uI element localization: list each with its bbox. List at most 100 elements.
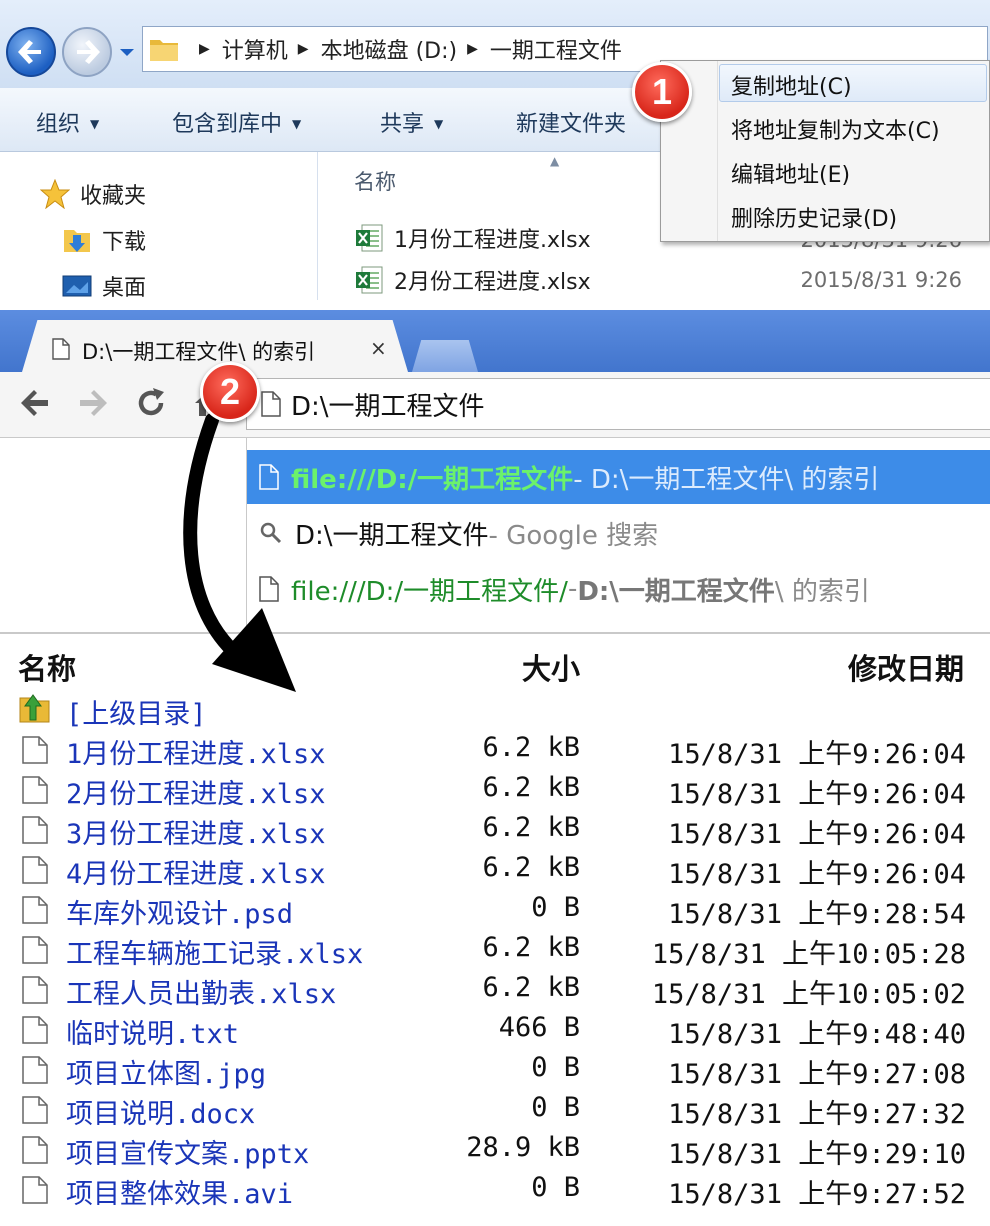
search-icon bbox=[260, 522, 282, 544]
chevron-down-icon: ▼ bbox=[292, 117, 302, 131]
tab-title: D:\一期工程文件\ 的索引 bbox=[82, 340, 316, 364]
suggestion-google-search[interactable]: D:\一期工程文件 - Google 搜索 bbox=[247, 506, 990, 560]
breadcrumb-project-folder[interactable]: 一期工程文件 bbox=[490, 33, 622, 65]
breadcrumb-separator[interactable]: ▶ bbox=[467, 41, 478, 57]
new-folder-button[interactable]: 新建文件夹 bbox=[516, 106, 626, 138]
menu-edit-address[interactable]: 编辑地址(E) bbox=[731, 157, 850, 189]
file-link[interactable]: 项目整体效果.avi bbox=[66, 1172, 293, 1211]
breadcrumb-computer[interactable]: 计算机 bbox=[222, 33, 288, 65]
listing-row[interactable]: 工程人员出勤表.xlsx 6.2 kB 15/8/31 上午10:05:02 bbox=[0, 970, 990, 1010]
forward-button[interactable] bbox=[62, 27, 112, 77]
suggestion-file-url-selected[interactable]: file:///D:/一期工程文件 - D:\一期工程文件\ 的索引 bbox=[247, 450, 990, 504]
close-tab-icon[interactable]: × bbox=[370, 336, 387, 360]
nav-desktop[interactable]: 桌面 bbox=[62, 270, 146, 302]
breadcrumb-separator[interactable]: ▶ bbox=[199, 41, 210, 57]
file-icon bbox=[22, 1016, 48, 1044]
recent-pages-dropdown-icon[interactable] bbox=[117, 42, 137, 62]
share-button[interactable]: 共享 ▼ bbox=[380, 106, 443, 138]
nav-downloads[interactable]: 下载 bbox=[62, 224, 146, 256]
file-link[interactable]: 工程人员出勤表.xlsx bbox=[66, 972, 336, 1011]
file-icon bbox=[22, 1056, 48, 1084]
file-link[interactable]: 1月份工程进度.xlsx bbox=[66, 732, 326, 771]
forward-arrow-icon[interactable] bbox=[76, 386, 110, 420]
include-in-library-button[interactable]: 包含到库中 ▼ bbox=[172, 106, 301, 138]
file-link[interactable]: 2月份工程进度.xlsx bbox=[66, 772, 326, 811]
file-link[interactable]: 项目宣传文案.pptx bbox=[66, 1132, 309, 1171]
file-icon bbox=[52, 338, 70, 360]
new-tab-button[interactable] bbox=[412, 340, 478, 372]
file-item[interactable]: 2月份工程进度.xlsx bbox=[354, 264, 591, 296]
breadcrumb-separator[interactable]: ▶ bbox=[298, 41, 309, 57]
file-name: 2月份工程进度.xlsx bbox=[394, 270, 591, 295]
listing-row[interactable]: 项目说明.docx 0 B 15/8/31 上午9:27:32 bbox=[0, 1090, 990, 1130]
file-date: 15/8/31 上午9:27:52 bbox=[668, 1179, 966, 1210]
file-icon bbox=[22, 896, 48, 924]
file-item[interactable]: 1月份工程进度.xlsx bbox=[354, 222, 591, 254]
suggestion-url: file:///D:/一期工程文件 bbox=[291, 464, 574, 495]
listing-row[interactable]: 3月份工程进度.xlsx 6.2 kB 15/8/31 上午9:26:04 bbox=[0, 810, 990, 850]
file-date: 15/8/31 上午9:26:04 bbox=[668, 739, 966, 770]
suggestion-url: file:///D:/一期工程文件/ bbox=[291, 576, 568, 607]
back-arrow-icon[interactable] bbox=[18, 386, 52, 420]
navigation-pane: 收藏夹 下载 桌面 bbox=[0, 152, 318, 302]
omnibox-suggestions: file:///D:/一期工程文件 - D:\一期工程文件\ 的索引 D:\一期… bbox=[246, 438, 990, 632]
chrome-toolbar: D:\一期工程文件 bbox=[0, 372, 990, 438]
chrome-window: D:\一期工程文件\ 的索引 × D:\一期工程文件 file:///D:/一期… bbox=[0, 300, 990, 1226]
file-icon bbox=[22, 936, 48, 964]
parent-directory-link[interactable]: [上级目录] bbox=[66, 692, 207, 731]
file-link[interactable]: 车库外观设计.psd bbox=[66, 892, 293, 931]
listing-row[interactable]: 4月份工程进度.xlsx 6.2 kB 15/8/31 上午9:26:04 bbox=[0, 850, 990, 890]
sort-arrow-icon: ▲ bbox=[550, 154, 560, 168]
menu-copy-address-as-text[interactable]: 将地址复制为文本(C) bbox=[731, 113, 940, 145]
file-link[interactable]: 临时说明.txt bbox=[66, 1012, 239, 1051]
file-link[interactable]: 4月份工程进度.xlsx bbox=[66, 852, 326, 891]
listing-row[interactable]: 工程车辆施工记录.xlsx 6.2 kB 15/8/31 上午10:05:28 bbox=[0, 930, 990, 970]
file-link[interactable]: 工程车辆施工记录.xlsx bbox=[66, 932, 363, 971]
listing-row[interactable]: 1月份工程进度.xlsx 6.2 kB 15/8/31 上午9:26:04 bbox=[0, 730, 990, 770]
menu-delete-history[interactable]: 删除历史记录(D) bbox=[731, 201, 897, 233]
column-header-name[interactable]: 名称 bbox=[354, 166, 396, 196]
file-link[interactable]: 3月份工程进度.xlsx bbox=[66, 812, 326, 851]
folder-icon bbox=[150, 40, 178, 61]
suggestion-file-url[interactable]: file:///D:/一期工程文件/ - D:\一期工程文件 \ 的索引 bbox=[247, 562, 990, 616]
chevron-down-icon: ▼ bbox=[434, 117, 444, 131]
omnibox-text: D:\一期工程文件 bbox=[291, 391, 485, 422]
file-link[interactable]: 项目说明.docx bbox=[66, 1092, 255, 1131]
file-size: 6.2 kB bbox=[482, 852, 580, 883]
listing-header-date[interactable]: 修改日期 bbox=[848, 646, 964, 688]
nav-desktop-label: 桌面 bbox=[102, 276, 147, 301]
omnibox[interactable]: D:\一期工程文件 bbox=[246, 378, 990, 430]
nav-downloads-label: 下载 bbox=[102, 230, 147, 255]
organize-label: 组织 bbox=[36, 112, 81, 137]
forward-arrow-icon bbox=[77, 40, 100, 64]
listing-row[interactable]: 车库外观设计.psd 0 B 15/8/31 上午9:28:54 bbox=[0, 890, 990, 930]
excel-file-icon bbox=[356, 224, 383, 252]
suggestion-query: D:\一期工程文件 bbox=[295, 520, 489, 551]
nav-favorites[interactable]: 收藏夹 bbox=[40, 178, 146, 210]
listing-row[interactable]: 项目立体图.jpg 0 B 15/8/31 上午9:27:08 bbox=[0, 1050, 990, 1090]
listing-row[interactable]: 2月份工程进度.xlsx 6.2 kB 15/8/31 上午9:26:04 bbox=[0, 770, 990, 810]
back-arrow-icon bbox=[18, 40, 41, 64]
file-name: 1月份工程进度.xlsx bbox=[394, 228, 591, 253]
file-date: 15/8/31 上午9:29:10 bbox=[668, 1139, 966, 1170]
listing-header-name[interactable]: 名称 bbox=[18, 646, 76, 688]
file-link[interactable]: 项目立体图.jpg bbox=[66, 1052, 266, 1091]
step-badge-1: 1 bbox=[632, 62, 692, 122]
reload-icon[interactable] bbox=[134, 386, 168, 420]
back-button[interactable] bbox=[6, 27, 56, 77]
file-icon bbox=[22, 856, 48, 884]
file-size: 6.2 kB bbox=[482, 812, 580, 843]
breadcrumb-local-disk[interactable]: 本地磁盘 (D:) bbox=[321, 33, 458, 65]
step-badge-2: 2 bbox=[200, 362, 260, 422]
tab-strip: D:\一期工程文件\ 的索引 × bbox=[0, 310, 990, 372]
listing-row[interactable]: 项目整体效果.avi 0 B 15/8/31 上午9:27:52 bbox=[0, 1170, 990, 1210]
listing-header-size[interactable]: 大小 bbox=[522, 646, 580, 688]
file-date: 15/8/31 上午10:05:28 bbox=[651, 939, 966, 970]
parent-directory-row[interactable]: [上级目录] bbox=[0, 690, 990, 730]
listing-row[interactable]: 项目宣传文案.pptx 28.9 kB 15/8/31 上午9:29:10 bbox=[0, 1130, 990, 1170]
organize-button[interactable]: 组织 ▼ bbox=[36, 106, 99, 138]
menu-copy-address[interactable]: 复制地址(C) bbox=[731, 69, 852, 101]
file-icon bbox=[259, 576, 279, 602]
address-context-menu: 复制地址(C) 将地址复制为文本(C) 编辑地址(E) 删除历史记录(D) bbox=[660, 60, 990, 242]
listing-row[interactable]: 临时说明.txt 466 B 15/8/31 上午9:48:40 bbox=[0, 1010, 990, 1050]
